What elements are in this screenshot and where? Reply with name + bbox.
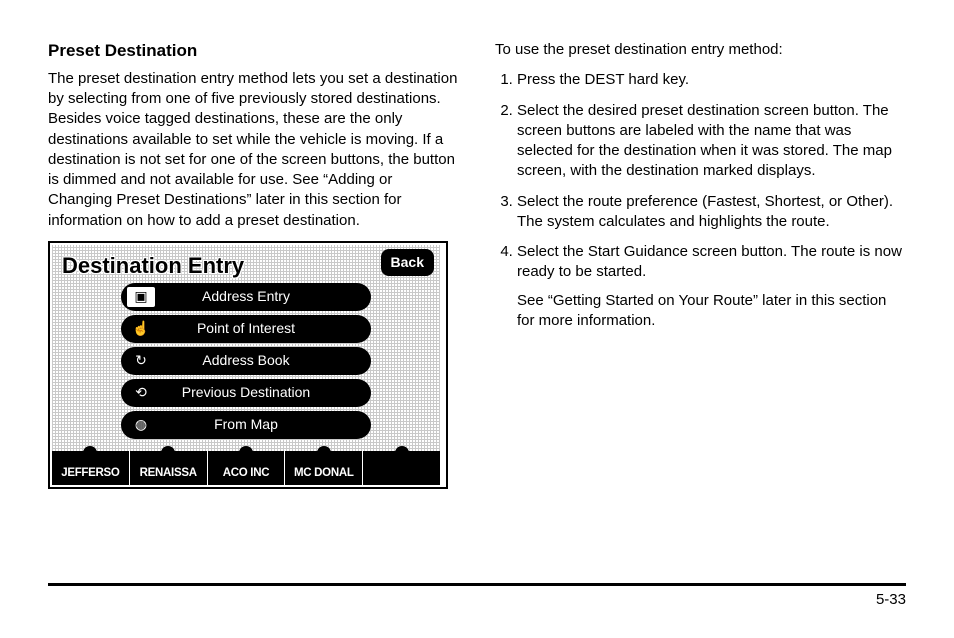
menu-label: Address Entry <box>121 287 371 306</box>
preset-slot-1[interactable]: JEFFERSO <box>52 451 129 485</box>
menu-from-map[interactable]: ◍ From Map <box>121 411 371 439</box>
step-4: Select the Start Guidance screen button.… <box>517 242 906 331</box>
menu-label: Address Book <box>121 351 371 370</box>
page-number: 5-33 <box>876 591 906 608</box>
steps-list: Press the DEST hard key. Select the desi… <box>517 70 906 331</box>
back-button[interactable]: Back <box>381 249 434 276</box>
step-3: Select the route preference (Fastest, Sh… <box>517 192 906 233</box>
section-heading: Preset Destination <box>48 40 459 63</box>
preset-slot-4[interactable]: MC DONAL <box>284 451 362 485</box>
menu-label: From Map <box>121 415 371 434</box>
menu-label: Previous Destination <box>121 383 371 402</box>
destination-menu: ▣ Address Entry ☝ Point of Interest ↻ Ad… <box>121 283 371 439</box>
preset-slot-2[interactable]: RENAISSA <box>129 451 207 485</box>
footer-rule <box>48 583 906 586</box>
intro-paragraph: The preset destination entry method lets… <box>48 69 459 231</box>
screen-title: Destination Entry <box>62 251 244 281</box>
preset-slot-3[interactable]: ACO INC <box>207 451 285 485</box>
step-1: Press the DEST hard key. <box>517 70 906 90</box>
right-intro: To use the preset destination entry meth… <box>495 40 906 60</box>
menu-point-of-interest[interactable]: ☝ Point of Interest <box>121 315 371 343</box>
preset-slot-5[interactable] <box>362 451 440 485</box>
screenshot-figure: Destination Entry Back ▣ Address Entry ☝… <box>48 241 448 489</box>
menu-label: Point of Interest <box>121 319 371 338</box>
step-4-note: See “Getting Started on Your Route” late… <box>517 291 906 332</box>
step-2: Select the desired preset destination sc… <box>517 101 906 182</box>
menu-previous-destination[interactable]: ⟲ Previous Destination <box>121 379 371 407</box>
menu-address-book[interactable]: ↻ Address Book <box>121 347 371 375</box>
preset-bar: JEFFERSO RENAISSA ACO INC MC DONAL <box>52 451 440 485</box>
menu-address-entry[interactable]: ▣ Address Entry <box>121 283 371 311</box>
